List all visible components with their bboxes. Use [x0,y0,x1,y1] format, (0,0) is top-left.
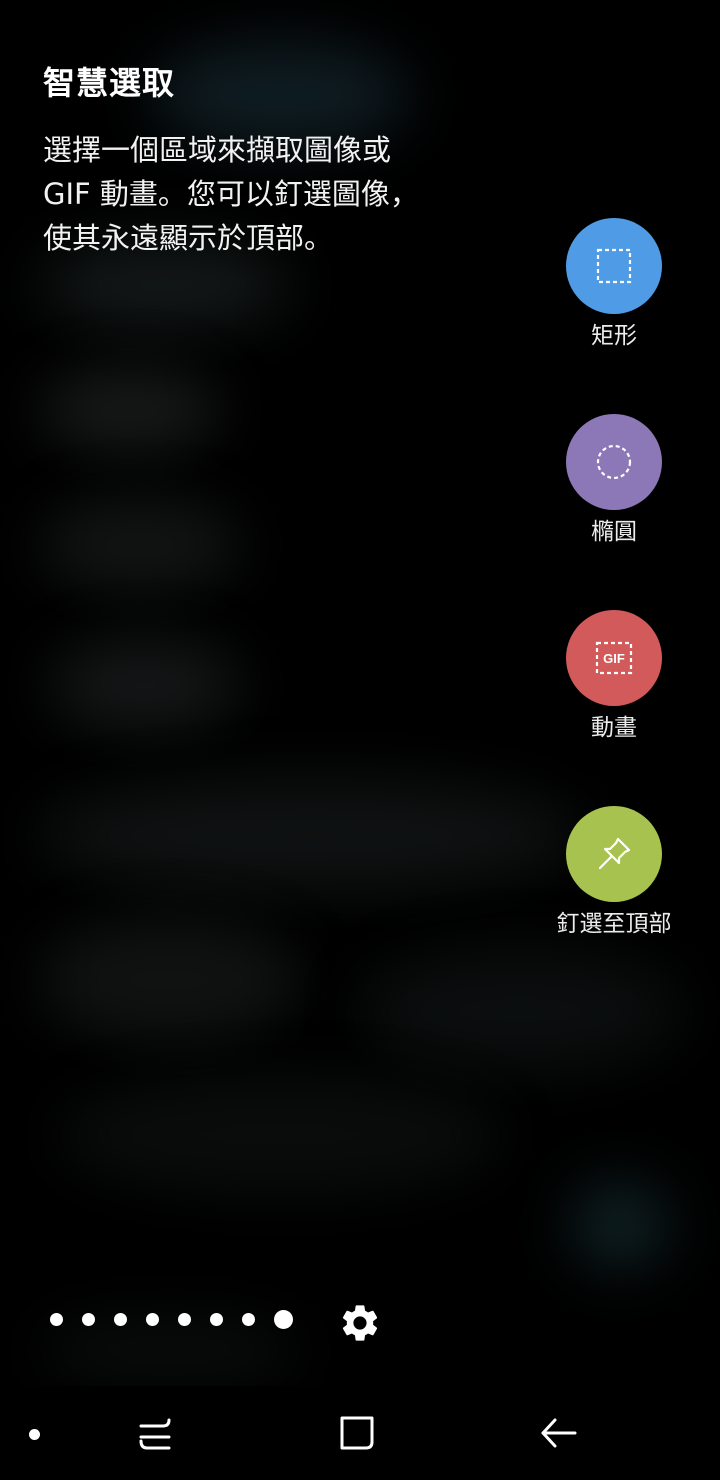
page-dot[interactable] [178,1313,191,1326]
animation-mode-circle: GIF [566,610,662,706]
gear-icon[interactable] [338,1301,382,1345]
gif-icon-text: GIF [603,651,625,666]
pin-mode-circle [566,806,662,902]
page-dot[interactable] [82,1313,95,1326]
home-icon[interactable] [332,1408,382,1458]
oval-mode-circle [566,414,662,510]
page-dot[interactable] [146,1313,159,1326]
panel-description: 選擇一個區域來擷取圖像或 GIF 動畫。您可以釘選圖像，使其永遠顯示於頂部。 [43,133,419,255]
nav-menu-dot[interactable] [29,1429,40,1440]
pin-to-top-button[interactable]: 釘選至頂部 [514,806,714,938]
page-dot[interactable] [242,1313,255,1326]
animation-mode-label: 動畫 [591,715,637,741]
animation-mode-button[interactable]: GIF 動畫 [514,610,714,742]
panel-title: 智慧選取 [43,64,176,102]
rectangle-mode-circle [566,218,662,314]
oval-mode-button[interactable]: 橢圓 [514,414,714,546]
recent-apps-icon[interactable] [130,1408,180,1458]
system-nav-bar [0,1386,720,1480]
oval-select-icon [596,444,632,480]
page-dot[interactable] [114,1313,127,1326]
rectangle-mode-button[interactable]: 矩形 [514,218,714,350]
pin-mode-label: 釘選至頂部 [556,911,672,937]
back-icon[interactable] [533,1408,583,1458]
page-indicator [50,1310,293,1329]
page-dot[interactable] [50,1313,63,1326]
page-dot[interactable] [210,1313,223,1326]
gif-select-icon: GIF [595,641,633,675]
rectangle-mode-label: 矩形 [591,323,637,349]
pin-icon [598,837,631,870]
oval-mode-label: 橢圓 [591,519,637,545]
page-dot-current[interactable] [274,1310,293,1329]
rectangle-select-icon [596,248,632,284]
